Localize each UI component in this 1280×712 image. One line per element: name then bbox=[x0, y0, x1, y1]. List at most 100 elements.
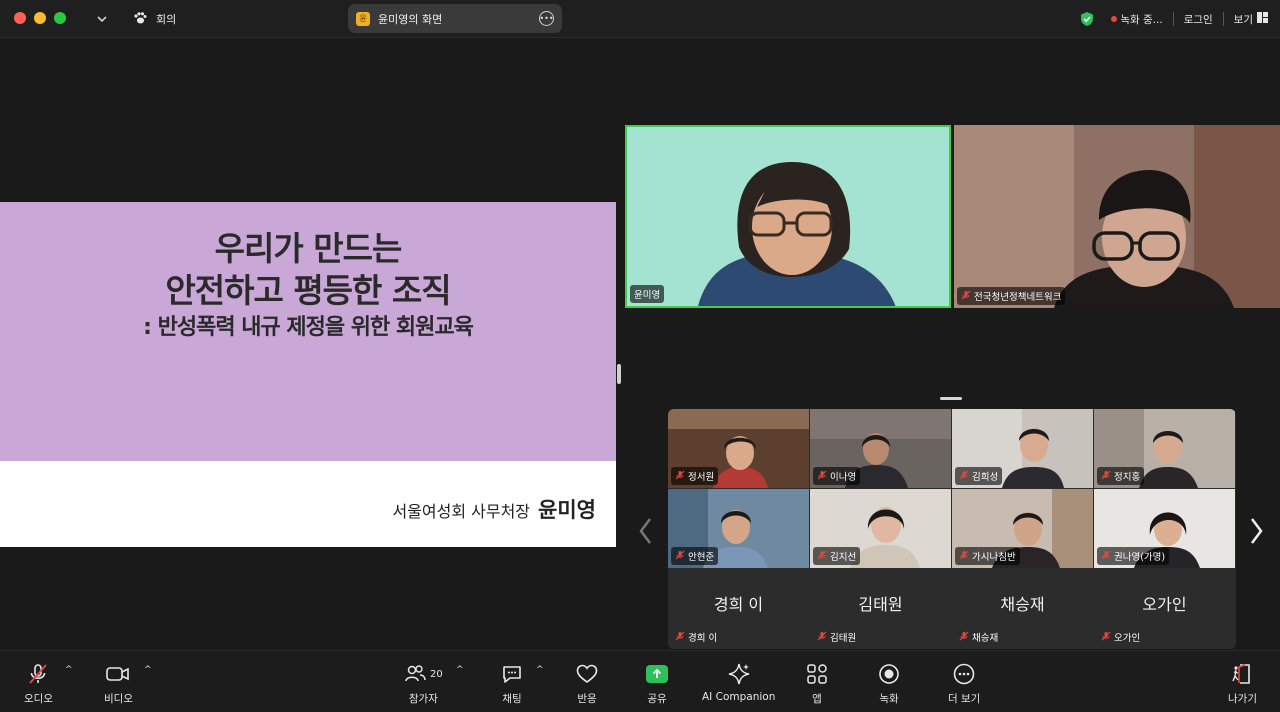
record-button[interactable]: 녹화 bbox=[877, 661, 901, 706]
participant-name: 김희성 bbox=[972, 472, 999, 483]
gallery-tile[interactable]: 김희성 bbox=[952, 409, 1093, 488]
apps-icon bbox=[805, 661, 829, 687]
recording-indicator[interactable]: 녹화 중... bbox=[1111, 12, 1163, 27]
presenter-name: 윤미영 bbox=[538, 498, 596, 522]
meeting-stage: 우리가 만드는 안전하고 평등한 조직 : 반성폭력 내규 제정을 위한 회원교… bbox=[0, 39, 1280, 650]
shared-screen: 우리가 만드는 안전하고 평등한 조직 : 반성폭력 내규 제정을 위한 회원교… bbox=[0, 202, 616, 547]
more-button[interactable]: 더 보기 bbox=[948, 661, 980, 706]
participant-name: 전국청년정책네트워크 bbox=[974, 292, 1062, 303]
more-label: 더 보기 bbox=[948, 693, 981, 705]
participant-name-label: 정지홍 bbox=[1097, 467, 1145, 485]
muted-mic-icon bbox=[961, 290, 971, 303]
participants-count: 20 bbox=[430, 668, 443, 680]
title-bar: 회의 윤 윤미영의 화면 ••• 녹화 중... 로그인 보기 bbox=[0, 0, 1280, 38]
share-button[interactable]: 공유 bbox=[646, 661, 668, 706]
security-shield-icon[interactable] bbox=[1073, 8, 1101, 30]
gallery-tile[interactable]: 정서원 bbox=[668, 409, 809, 488]
no-video-tile[interactable]: 경희 이 경희 이 bbox=[668, 571, 809, 649]
participant-display-name: 김태원 bbox=[858, 595, 903, 614]
participants-label: 참가자 bbox=[408, 693, 438, 705]
gallery-tile[interactable]: 이나영 bbox=[810, 409, 951, 488]
participant-name: 안현준 bbox=[688, 552, 715, 563]
no-video-tile[interactable]: 채승재 채승재 bbox=[952, 571, 1093, 649]
participants-button[interactable]: 20 참가자 bbox=[404, 661, 443, 706]
participant-name: 권나영(가명) bbox=[1114, 552, 1166, 563]
apps-label: 앱 bbox=[812, 693, 822, 705]
video-button[interactable]: 비디오 bbox=[104, 661, 133, 706]
audio-button[interactable]: 오디오 bbox=[24, 661, 53, 706]
view-button[interactable]: 보기 bbox=[1234, 12, 1268, 27]
share-pill-label: 윤미영의 화면 bbox=[378, 12, 443, 26]
maximize-window-button[interactable] bbox=[54, 12, 66, 24]
participant-name-label: 안현준 bbox=[671, 547, 719, 565]
chat-options-caret-icon[interactable]: ^ bbox=[536, 665, 544, 675]
reactions-label: 반응 bbox=[577, 693, 597, 705]
participant-name: 김태원 bbox=[830, 633, 857, 644]
reactions-button[interactable]: 반응 bbox=[575, 661, 599, 706]
video-options-caret-icon[interactable]: ^ bbox=[144, 665, 152, 675]
slide-title-line-2: 안전하고 평등한 조직 bbox=[165, 271, 451, 310]
video-camera-icon bbox=[105, 661, 131, 687]
muted-mic-icon bbox=[817, 550, 827, 563]
participant-name: 가시나침반 bbox=[972, 552, 1016, 563]
login-button[interactable]: 로그인 bbox=[1184, 12, 1213, 27]
participant-name-label: 윤미영 bbox=[630, 285, 665, 303]
titlebar-right: 녹화 중... 로그인 보기 bbox=[1073, 8, 1268, 30]
more-icon bbox=[952, 661, 976, 687]
participant-name-label: 권나영(가명) bbox=[1097, 547, 1170, 565]
meeting-label: 회의 bbox=[156, 13, 177, 26]
participant-video bbox=[954, 125, 1280, 308]
participant-name: 경희 이 bbox=[688, 633, 718, 644]
slide-presenter: 서울여성회 사무처장 윤미영 bbox=[392, 494, 596, 524]
no-video-tile[interactable]: 김태원 김태원 bbox=[810, 571, 951, 649]
leave-button[interactable]: 나가기 bbox=[1228, 661, 1257, 706]
participants-options-caret-icon[interactable]: ^ bbox=[456, 665, 464, 675]
muted-mic-icon bbox=[1101, 470, 1111, 483]
gallery-tile[interactable]: 정지홍 bbox=[1094, 409, 1235, 488]
gallery-resize-handle[interactable] bbox=[940, 397, 962, 400]
share-label: 공유 bbox=[647, 693, 667, 705]
gallery-tile[interactable]: 가시나침반 bbox=[952, 489, 1093, 568]
video-tile[interactable]: 전국청년정책네트워크 bbox=[954, 125, 1280, 308]
no-video-tile[interactable]: 오가인 오가인 bbox=[1094, 571, 1235, 649]
slide-title-line-1: 우리가 만드는 bbox=[214, 229, 403, 268]
muted-mic-icon bbox=[1101, 550, 1111, 563]
muted-mic-icon bbox=[817, 470, 827, 483]
divider bbox=[1222, 12, 1224, 26]
paw-icon bbox=[132, 10, 148, 29]
ai-companion-button[interactable]: AI Companion bbox=[702, 661, 775, 703]
chevron-down-icon[interactable] bbox=[92, 9, 112, 29]
sparkle-icon bbox=[727, 661, 751, 687]
slide-title-band: 우리가 만드는 안전하고 평등한 조직 : 반성폭력 내규 제정을 위한 회원교… bbox=[0, 202, 616, 461]
meeting-menu[interactable]: 회의 bbox=[132, 8, 176, 30]
video-tile-active-speaker[interactable]: 윤미영 bbox=[625, 125, 951, 308]
heart-icon bbox=[575, 661, 599, 687]
view-label: 보기 bbox=[1233, 13, 1253, 26]
muted-mic-icon bbox=[675, 470, 685, 483]
audio-options-caret-icon[interactable]: ^ bbox=[65, 665, 73, 675]
meeting-toolbar: 오디오 ^ 비디오 ^ 20 참가자 ^ 채팅 ^ 반응 공유 AI Compa… bbox=[0, 650, 1280, 712]
gallery-tile[interactable]: 안현준 bbox=[668, 489, 809, 568]
microphone-muted-icon bbox=[26, 661, 50, 687]
minimize-window-button[interactable] bbox=[34, 12, 46, 24]
participant-video bbox=[627, 127, 949, 306]
presenter-role: 서울여성회 사무처장 bbox=[392, 502, 531, 521]
share-screen-icon bbox=[646, 661, 668, 687]
split-resize-handle[interactable] bbox=[617, 364, 621, 384]
gallery-tile[interactable]: 권나영(가명) bbox=[1094, 489, 1235, 568]
divider bbox=[1172, 12, 1174, 26]
participants-icon-group: 20 bbox=[404, 661, 443, 687]
gallery-next-page-icon[interactable] bbox=[1246, 516, 1266, 546]
muted-mic-icon bbox=[675, 550, 685, 563]
gallery-tile[interactable]: 김지선 bbox=[810, 489, 951, 568]
participant-name-label: 이나영 bbox=[813, 467, 861, 485]
screen-share-pill[interactable]: 윤 윤미영의 화면 ••• bbox=[348, 4, 562, 33]
more-options-icon[interactable]: ••• bbox=[539, 11, 554, 26]
participant-name-label: 가시나침반 bbox=[955, 547, 1020, 565]
leave-label: 나가기 bbox=[1228, 693, 1257, 705]
apps-button[interactable]: 앱 bbox=[805, 661, 829, 706]
leave-door-icon bbox=[1230, 661, 1254, 687]
close-window-button[interactable] bbox=[14, 12, 26, 24]
gallery-prev-page-icon[interactable] bbox=[636, 516, 656, 546]
chat-button[interactable]: 채팅 bbox=[500, 661, 524, 706]
